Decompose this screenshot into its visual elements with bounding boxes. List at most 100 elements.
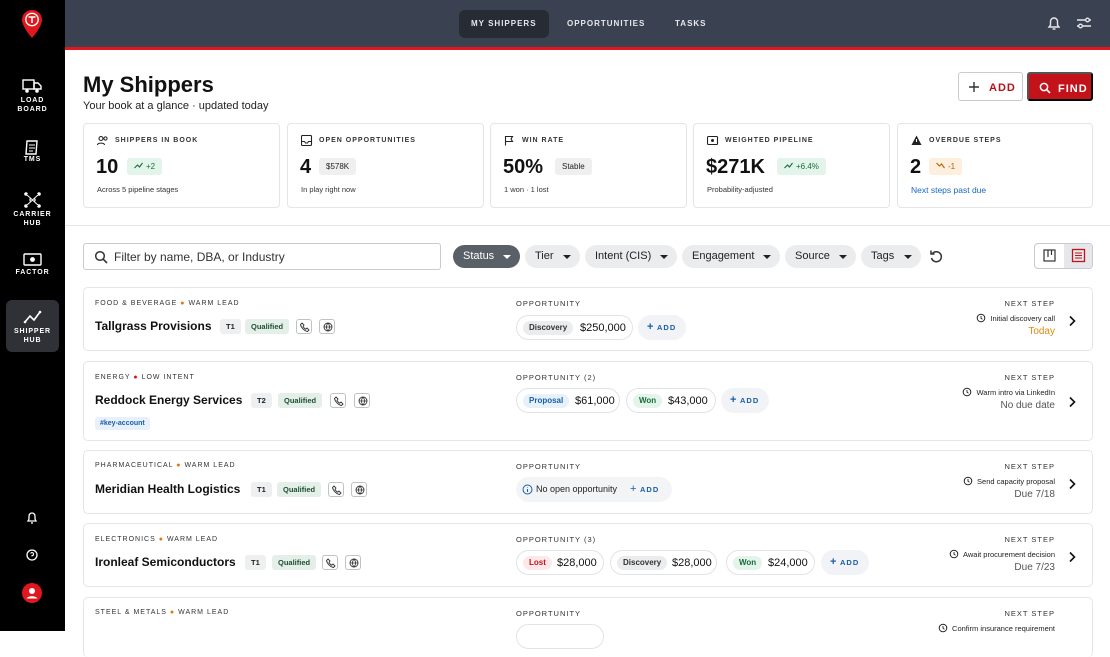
industry-label: ELECTRONICS ● WARM LEAD [95, 536, 219, 543]
globe-icon [349, 558, 359, 568]
filter-label: Tier [535, 250, 554, 262]
tab-my-shippers[interactable]: MY SHIPPERS [459, 10, 549, 38]
shipper-name[interactable]: Tallgrass Provisions [95, 319, 212, 333]
next-step-text: Initial discovery call [977, 313, 1055, 323]
phone-icon [300, 322, 310, 332]
tag-badge[interactable]: #key-account [95, 417, 150, 430]
filter-source[interactable]: Source [785, 245, 856, 268]
industry-label: PHARMACEUTICAL ● WARM LEAD [95, 462, 236, 469]
nav-label: HUB [23, 337, 42, 344]
trend-up-icon [784, 162, 793, 169]
add-button[interactable]: ADD [958, 72, 1023, 101]
settings-sliders-icon[interactable] [1074, 13, 1094, 33]
inbox-icon [301, 135, 313, 146]
nav-tms[interactable]: TMS [6, 130, 59, 182]
find-button[interactable]: FIND [1027, 72, 1093, 101]
tab-opportunities[interactable]: OPPORTUNITIES [555, 10, 657, 38]
due-date: Today [1028, 326, 1055, 337]
chevron-down-icon [904, 255, 912, 259]
shipper-card[interactable]: ELECTRONICS ● WARM LEAD Ironleaf Semicon… [83, 523, 1093, 587]
opportunity-amount: $28,000 [557, 557, 597, 569]
bell-icon[interactable] [1044, 13, 1064, 33]
shipper-name[interactable]: Reddock Energy Services [95, 393, 242, 407]
website-button[interactable] [354, 393, 370, 408]
website-button[interactable] [345, 555, 361, 570]
clock-icon [963, 476, 973, 486]
chevron-down-icon [503, 255, 511, 259]
opportunity-pill[interactable] [516, 624, 604, 649]
phone-button[interactable] [322, 555, 338, 570]
stat-value: 10 [96, 156, 119, 178]
phone-button[interactable] [296, 319, 312, 334]
shipper-card[interactable]: ENERGY ● LOW INTENT Reddock Energy Servi… [83, 361, 1093, 441]
no-opportunity-pill: No open opportunity + ADD [516, 477, 672, 502]
industry-label: STEEL & METALS ● WARM LEAD [95, 609, 230, 616]
website-button[interactable] [351, 482, 367, 497]
nav-carrier-hub[interactable]: CARRIER HUB [6, 183, 59, 235]
filter-tier[interactable]: Tier [525, 245, 580, 268]
filter-intent[interactable]: Intent (CIS) [585, 245, 677, 268]
nav-factor[interactable]: FACTOR [6, 243, 59, 295]
shipper-name[interactable]: Meridian Health Logistics [95, 482, 240, 496]
filter-status[interactable]: Status [453, 245, 520, 268]
website-button[interactable] [319, 319, 335, 334]
shipper-card[interactable]: STEEL & METALS ● WARM LEAD OPPORTUNITY N… [83, 597, 1093, 657]
add-label: ADD [657, 323, 677, 332]
add-opportunity-button[interactable]: + ADD [638, 315, 686, 340]
opportunity-pill[interactable]: Lost $28,000 [516, 550, 604, 575]
chevron-right-icon[interactable] [1067, 314, 1077, 327]
opportunity-pill[interactable]: Discovery $250,000 [516, 315, 633, 340]
filter-engagement[interactable]: Engagement [682, 245, 780, 268]
add-opportunity-button[interactable]: ADD [640, 477, 659, 502]
search-box[interactable] [83, 243, 441, 270]
shipper-name[interactable]: Ironleaf Semiconductors [95, 555, 236, 569]
stat-change-badge: +2 [127, 158, 163, 175]
search-input[interactable] [114, 248, 432, 266]
chevron-right-icon[interactable] [1067, 477, 1077, 490]
opportunity-amount: $24,000 [768, 557, 808, 569]
overdue-link[interactable]: Next steps past due [911, 185, 986, 195]
stage-badge: Discovery [617, 556, 668, 570]
chevron-right-icon[interactable] [1067, 550, 1077, 563]
page-title: My Shippers [83, 72, 214, 97]
phone-button[interactable] [328, 482, 344, 497]
stat-badge: Stable [555, 158, 592, 175]
shipper-card[interactable]: PHARMACEUTICAL ● WARM LEAD Meridian Heal… [83, 450, 1093, 514]
board-view-button[interactable] [1035, 244, 1064, 268]
opportunity-pill[interactable]: Won $24,000 [726, 550, 815, 575]
cash-icon [6, 250, 59, 270]
filter-label: Source [795, 250, 830, 262]
stat-label: SHIPPERS IN BOOK [115, 137, 199, 144]
sidebar: LOAD BOARD TMS CARRIER HUB FACTOR SHIPPER H… [0, 0, 65, 631]
phone-button[interactable] [330, 393, 346, 408]
stat-caption: 1 won · 1 lost [504, 185, 549, 194]
notifications-icon[interactable] [22, 508, 42, 528]
stat-caption: Probability-adjusted [707, 185, 773, 194]
chevron-down-icon [763, 255, 771, 259]
reset-filters-icon[interactable] [928, 248, 945, 265]
nav-load-board[interactable]: LOAD BOARD [6, 69, 59, 121]
tab-tasks[interactable]: TASKS [663, 10, 719, 38]
tier-badge: T1 [251, 482, 272, 497]
avatar[interactable] [22, 583, 42, 603]
chevron-down-icon [839, 255, 847, 259]
opportunity-pill[interactable]: Discovery $28,000 [610, 550, 717, 575]
help-icon[interactable] [22, 545, 42, 565]
logo-icon[interactable] [21, 9, 43, 39]
due-date: Due 7/23 [1014, 562, 1055, 573]
list-view-button[interactable] [1064, 244, 1092, 268]
plus-icon[interactable]: + [630, 477, 636, 502]
clock-icon [938, 623, 948, 633]
filter-tags[interactable]: Tags [861, 245, 921, 268]
globe-icon [358, 396, 368, 406]
opportunity-pill[interactable]: Proposal $61,000 [516, 388, 620, 413]
search-icon [94, 250, 108, 264]
shipper-card[interactable]: FOOD & BEVERAGE ● WARM LEAD Tallgrass Pr… [83, 287, 1093, 351]
stat-caption: Across 5 pipeline stages [97, 185, 179, 194]
chevron-right-icon[interactable] [1067, 395, 1077, 408]
opportunity-pill[interactable]: Won $43,000 [626, 388, 716, 413]
stage-badge: Won [733, 556, 763, 570]
add-opportunity-button[interactable]: + ADD [821, 550, 869, 575]
nav-shipper-hub[interactable]: SHIPPER HUB [6, 300, 59, 352]
add-opportunity-button[interactable]: + ADD [721, 388, 769, 413]
